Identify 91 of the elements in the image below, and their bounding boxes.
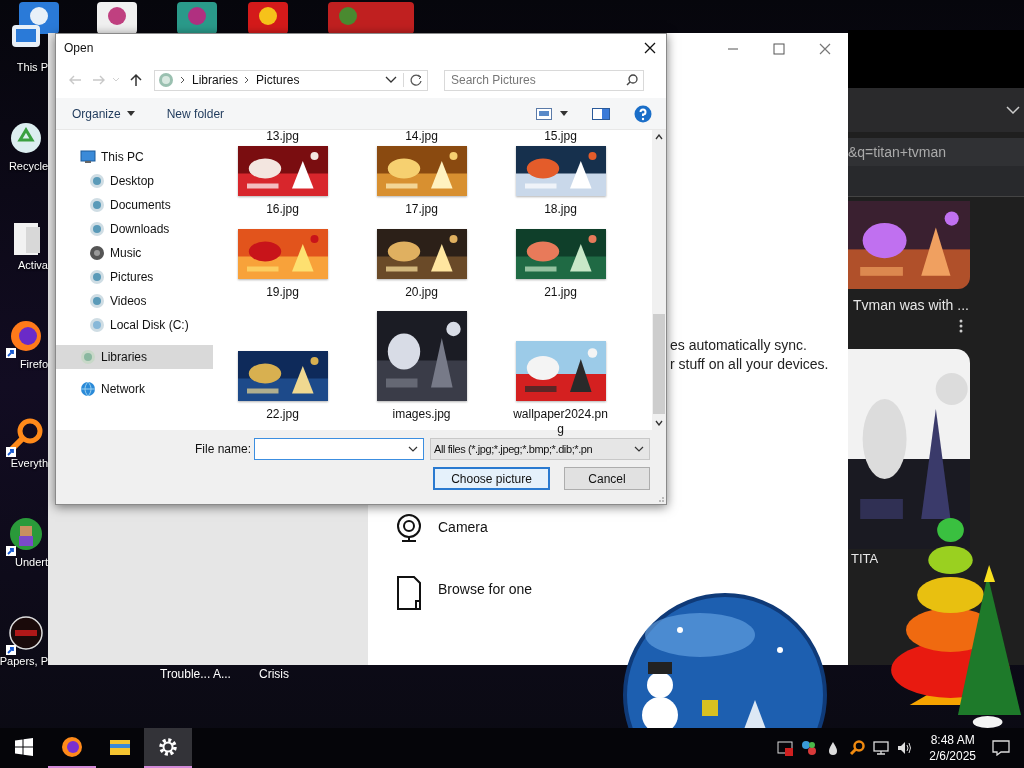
gear-icon[interactable] xyxy=(156,735,180,759)
file-name-field[interactable] xyxy=(254,438,424,460)
volume-icon[interactable] xyxy=(897,740,914,756)
icon-label[interactable]: Crisis xyxy=(259,667,289,681)
breadcrumb[interactable]: Pictures xyxy=(256,73,300,87)
field-label: File name: xyxy=(194,442,251,456)
file-name[interactable]: 13.jpg xyxy=(213,130,352,145)
description-text: es automatically sync. xyxy=(670,336,808,355)
nav-item[interactable]: Local Disk (C:) xyxy=(56,313,213,337)
up-arrow-icon[interactable] xyxy=(130,73,142,87)
nav-item[interactable]: Pictures xyxy=(56,265,213,289)
nav-item[interactable]: Network xyxy=(56,377,213,401)
shortcut-icon[interactable] xyxy=(95,0,139,34)
cancel-button[interactable]: Cancel xyxy=(564,467,650,490)
scroll-thumb[interactable] xyxy=(653,314,665,414)
address-bar[interactable]: &q=titan+tvman xyxy=(848,138,1024,166)
organize-menu[interactable]: Organize xyxy=(66,103,141,124)
video-title[interactable]: Tvman was with ... xyxy=(853,297,1024,313)
scroll-up-icon[interactable] xyxy=(655,134,663,140)
nav-item[interactable]: Music xyxy=(56,241,213,265)
nav-item[interactable]: Downloads xyxy=(56,217,213,241)
caret-icon[interactable] xyxy=(560,111,568,116)
file-name[interactable]: 17.jpg xyxy=(373,202,470,217)
file-name[interactable]: 15.jpg xyxy=(491,130,630,145)
icon-label[interactable]: Activa xyxy=(18,259,48,271)
breadcrumb[interactable]: Libraries xyxy=(192,73,239,87)
search-tray-icon[interactable] xyxy=(849,740,866,756)
more-icon[interactable] xyxy=(959,319,963,333)
file-name[interactable]: 14.jpg xyxy=(352,130,491,145)
shortcut-icon[interactable] xyxy=(246,0,290,34)
refresh-icon[interactable] xyxy=(403,73,423,87)
nav-item[interactable]: Libraries xyxy=(56,345,213,369)
nav-item[interactable]: Videos xyxy=(56,289,213,313)
icon-label[interactable]: Firefo xyxy=(19,358,48,370)
icon-label[interactable]: Papers, P xyxy=(0,655,48,667)
new-folder-button[interactable]: New folder xyxy=(160,103,231,124)
icon-label[interactable]: Everyth xyxy=(10,457,48,469)
network-icon[interactable] xyxy=(873,740,890,756)
description-text: r stuff on all your devices. xyxy=(670,355,829,374)
chevron-right-icon xyxy=(180,76,186,84)
window-title: Open xyxy=(64,41,94,55)
start-icon[interactable] xyxy=(15,738,33,756)
browser-icon[interactable] xyxy=(60,735,84,759)
file-name[interactable]: 16.jpg xyxy=(234,202,331,217)
app-tray-icon[interactable] xyxy=(801,740,818,756)
file-type-dropdown[interactable]: All files (*.jpg;*.jpeg;*.bmp;*.dib;*.pn xyxy=(430,438,650,460)
nav-item[interactable]: Desktop xyxy=(56,169,213,193)
view-icon[interactable] xyxy=(536,107,552,120)
computer-icon[interactable] xyxy=(80,149,96,165)
search-field[interactable]: Search Pictures xyxy=(444,69,644,91)
file-name[interactable]: 18.jpg xyxy=(512,202,609,217)
chevron-down-icon[interactable] xyxy=(634,446,644,452)
help-icon[interactable] xyxy=(634,104,652,123)
file-name[interactable]: 22.jpg xyxy=(234,407,331,422)
maximize-icon[interactable] xyxy=(773,43,785,55)
file-icon[interactable] xyxy=(394,575,424,611)
monitor-icon[interactable] xyxy=(777,740,794,756)
video-title[interactable]: TITA xyxy=(851,551,879,566)
settings-app[interactable] xyxy=(144,728,192,768)
shortcut-icon[interactable] xyxy=(326,0,416,34)
icon-label[interactable]: Undert xyxy=(14,556,48,568)
close-icon[interactable] xyxy=(644,42,656,54)
icon-label[interactable]: Recycle xyxy=(8,160,48,172)
shortcut-icon[interactable] xyxy=(175,0,219,34)
caret-icon[interactable] xyxy=(126,111,135,116)
file-name[interactable]: 19.jpg xyxy=(234,285,331,300)
address-bar[interactable]: Libraries Pictures xyxy=(154,69,428,91)
icon-label[interactable]: This P xyxy=(16,61,48,73)
disc-icon[interactable] xyxy=(89,245,105,261)
nav-item[interactable]: Documents xyxy=(56,193,213,217)
file-name[interactable]: 20.jpg xyxy=(373,285,470,300)
library-icon xyxy=(158,72,174,88)
file-name[interactable]: images.jpg xyxy=(373,407,470,422)
preview-pane-icon[interactable] xyxy=(592,107,610,120)
file-name[interactable]: 21.jpg xyxy=(512,285,609,300)
file-name[interactable]: wallpaper2024.png xyxy=(512,407,609,437)
choose-picture-button[interactable]: Choose picture xyxy=(433,467,550,490)
chevron-right-icon xyxy=(244,76,251,84)
scroll-down-icon[interactable] xyxy=(655,420,663,426)
scrollbar[interactable] xyxy=(652,130,666,430)
icon-label[interactable]: Trouble... A... xyxy=(160,667,231,681)
nav-item[interactable]: This PC xyxy=(56,145,213,169)
globe-icon[interactable] xyxy=(80,381,96,397)
clock-date[interactable]: 2/6/2025 xyxy=(929,748,976,764)
option-link[interactable]: Browse for one xyxy=(438,581,533,597)
notification-icon[interactable] xyxy=(992,740,1010,756)
desktop-icon[interactable] xyxy=(6,615,46,655)
chevron-down-icon[interactable] xyxy=(385,76,397,84)
resize-grip-icon[interactable] xyxy=(656,494,664,502)
clock-time[interactable]: 8:48 AM xyxy=(930,732,975,748)
option-link[interactable]: Camera xyxy=(438,519,488,535)
